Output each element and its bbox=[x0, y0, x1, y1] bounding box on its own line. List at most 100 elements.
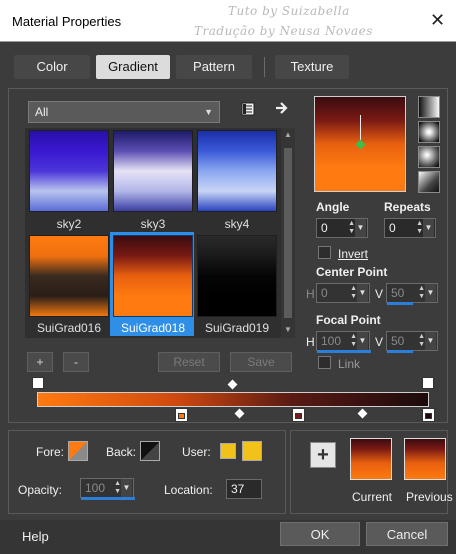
reset-button[interactable]: Reset bbox=[158, 352, 220, 372]
opacity-level-bar bbox=[81, 497, 135, 500]
current-swatch[interactable] bbox=[350, 438, 392, 480]
previous-label: Previous bbox=[406, 490, 453, 504]
spin-arrows-icon[interactable]: ▲ ▼ bbox=[350, 333, 357, 349]
chevron-down-icon[interactable]: ▼ bbox=[357, 284, 368, 302]
watermark-translator: Tradução by Neusa Novaes bbox=[194, 24, 373, 38]
save-gradient-button[interactable]: Save bbox=[230, 352, 292, 372]
user-color-swatch-1[interactable] bbox=[220, 443, 236, 459]
gradient-ramp[interactable] bbox=[37, 392, 429, 407]
focal-h-value: 100 bbox=[321, 334, 342, 348]
chevron-down-icon[interactable]: ▼ bbox=[355, 219, 366, 237]
focal-h-label: H bbox=[306, 335, 315, 349]
gradient-label-sky2: sky2 bbox=[56, 217, 82, 231]
previous-swatch[interactable] bbox=[404, 438, 446, 480]
center-v-input[interactable]: 50 ▲ ▼ ▼ bbox=[386, 283, 438, 305]
radial-gradient-icon[interactable] bbox=[418, 171, 440, 193]
focal-v-level-bar bbox=[387, 350, 413, 353]
gradient-thumb-sky3[interactable] bbox=[113, 130, 193, 212]
fore-color-swatch[interactable] bbox=[68, 441, 88, 461]
user-label: User: bbox=[182, 445, 211, 459]
chevron-down-icon[interactable]: ▼ bbox=[357, 332, 368, 350]
spin-arrows-icon[interactable]: ▲ ▼ bbox=[350, 285, 357, 301]
gradient-label-sky3: sky3 bbox=[140, 217, 166, 231]
help-link[interactable]: Help bbox=[22, 529, 49, 544]
tab-pattern[interactable]: Pattern bbox=[176, 55, 252, 79]
repeats-input[interactable]: 0 ▲ ▼ ▼ bbox=[384, 218, 436, 238]
center-v-value: 50 bbox=[391, 286, 405, 300]
opacity-value: 100 bbox=[85, 481, 106, 495]
gradient-list-scrollbar[interactable]: ▲ ▼ bbox=[281, 128, 295, 338]
spin-arrows-icon[interactable]: ▲ ▼ bbox=[416, 220, 423, 236]
focal-point-label: Focal Point bbox=[316, 313, 381, 327]
color-stop-maroon[interactable] bbox=[292, 408, 305, 422]
focal-v-value: 50 bbox=[391, 334, 405, 348]
spin-arrows-icon[interactable]: ▲ ▼ bbox=[348, 220, 355, 236]
gradient-label-suigrad018: SuiGrad018 bbox=[120, 321, 186, 335]
rectangular-gradient-icon[interactable] bbox=[418, 121, 440, 143]
opacity-stop-left[interactable] bbox=[32, 377, 44, 389]
color-stop-orange[interactable] bbox=[175, 408, 188, 422]
repeats-label: Repeats bbox=[384, 200, 431, 214]
spin-arrows-icon[interactable]: ▲ ▼ bbox=[114, 480, 121, 496]
cancel-button[interactable]: Cancel bbox=[366, 522, 448, 546]
remove-gradient-button[interactable]: - bbox=[63, 352, 89, 372]
category-select[interactable]: All ▼ bbox=[28, 101, 220, 123]
gradient-thumb-sky2[interactable] bbox=[29, 130, 109, 212]
angle-label: Angle bbox=[316, 200, 350, 214]
back-color-swatch[interactable] bbox=[140, 441, 160, 461]
tab-color[interactable]: Color bbox=[14, 55, 90, 79]
chevron-down-icon[interactable]: ▼ bbox=[121, 479, 132, 497]
chevron-down-icon: ▼ bbox=[204, 107, 213, 117]
arrow-right-icon[interactable] bbox=[274, 100, 290, 116]
category-select-value: All bbox=[35, 105, 49, 119]
tab-texture[interactable]: Texture bbox=[275, 55, 349, 79]
user-color-swatch-2[interactable] bbox=[242, 441, 262, 461]
location-input[interactable]: 37 bbox=[226, 479, 262, 499]
center-h-input[interactable]: 0 ▲ ▼ ▼ bbox=[316, 283, 370, 303]
gradient-thumb-suigrad016[interactable] bbox=[29, 235, 109, 317]
opacity-input[interactable]: 100 ▲ ▼ ▼ bbox=[80, 478, 135, 500]
chevron-down-icon[interactable]: ▼ bbox=[423, 219, 434, 237]
opacity-label: Opacity: bbox=[18, 483, 63, 497]
color-stop-swatch bbox=[178, 413, 185, 419]
center-h-label: H bbox=[306, 287, 315, 301]
focal-v-input[interactable]: 50 ▲ ▼ ▼ bbox=[386, 331, 438, 353]
linear-gradient-icon[interactable] bbox=[418, 96, 440, 118]
sunburst-gradient-icon[interactable] bbox=[418, 146, 440, 168]
gradient-thumb-sky4[interactable] bbox=[197, 130, 277, 212]
focal-v-label: V bbox=[375, 335, 384, 349]
watermark-author: Tuto by Suizabella bbox=[228, 4, 350, 18]
color-stop-end[interactable] bbox=[422, 408, 435, 422]
chevron-down-icon[interactable]: ▼ bbox=[425, 332, 436, 350]
add-gradient-button[interactable]: + bbox=[27, 352, 53, 372]
center-v-level-bar bbox=[387, 302, 413, 305]
gradient-preview[interactable] bbox=[314, 96, 406, 192]
chevron-down-icon[interactable]: ▼ bbox=[425, 284, 436, 302]
close-icon[interactable]: ✕ bbox=[430, 10, 445, 31]
chevron-up-icon[interactable]: ▲ bbox=[284, 130, 292, 139]
gradient-label-suigrad019: SuiGrad019 bbox=[204, 321, 270, 335]
focal-h-input[interactable]: 100 ▲ ▼ ▼ bbox=[316, 331, 371, 353]
angle-input[interactable]: 0 ▲ ▼ ▼ bbox=[316, 218, 368, 238]
fore-label: Fore: bbox=[36, 445, 65, 459]
add-swatch-button[interactable]: + bbox=[310, 442, 336, 468]
repeats-value: 0 bbox=[389, 221, 396, 235]
gradient-thumb-suigrad019[interactable] bbox=[197, 235, 277, 317]
gradient-thumb-suigrad018[interactable] bbox=[113, 235, 193, 317]
spin-arrows-icon[interactable]: ▲ ▼ bbox=[418, 333, 425, 349]
chevron-down-icon[interactable]: ▼ bbox=[284, 325, 292, 334]
center-v-label: V bbox=[375, 287, 384, 301]
invert-checkbox[interactable] bbox=[318, 246, 331, 259]
invert-label: Invert bbox=[338, 247, 369, 261]
spin-arrows-icon[interactable]: ▲ ▼ bbox=[418, 285, 425, 301]
library-icon[interactable] bbox=[240, 101, 256, 117]
gradient-label-sky4: sky4 bbox=[224, 217, 250, 231]
link-checkbox[interactable] bbox=[318, 356, 331, 369]
focal-h-level-bar bbox=[317, 350, 371, 353]
opacity-stop-right[interactable] bbox=[422, 377, 434, 389]
scrollbar-thumb[interactable] bbox=[284, 148, 292, 318]
ok-button[interactable]: OK bbox=[280, 522, 360, 546]
center-handle[interactable] bbox=[355, 139, 366, 150]
location-value: 37 bbox=[231, 482, 245, 496]
tab-gradient[interactable]: Gradient bbox=[96, 55, 170, 79]
